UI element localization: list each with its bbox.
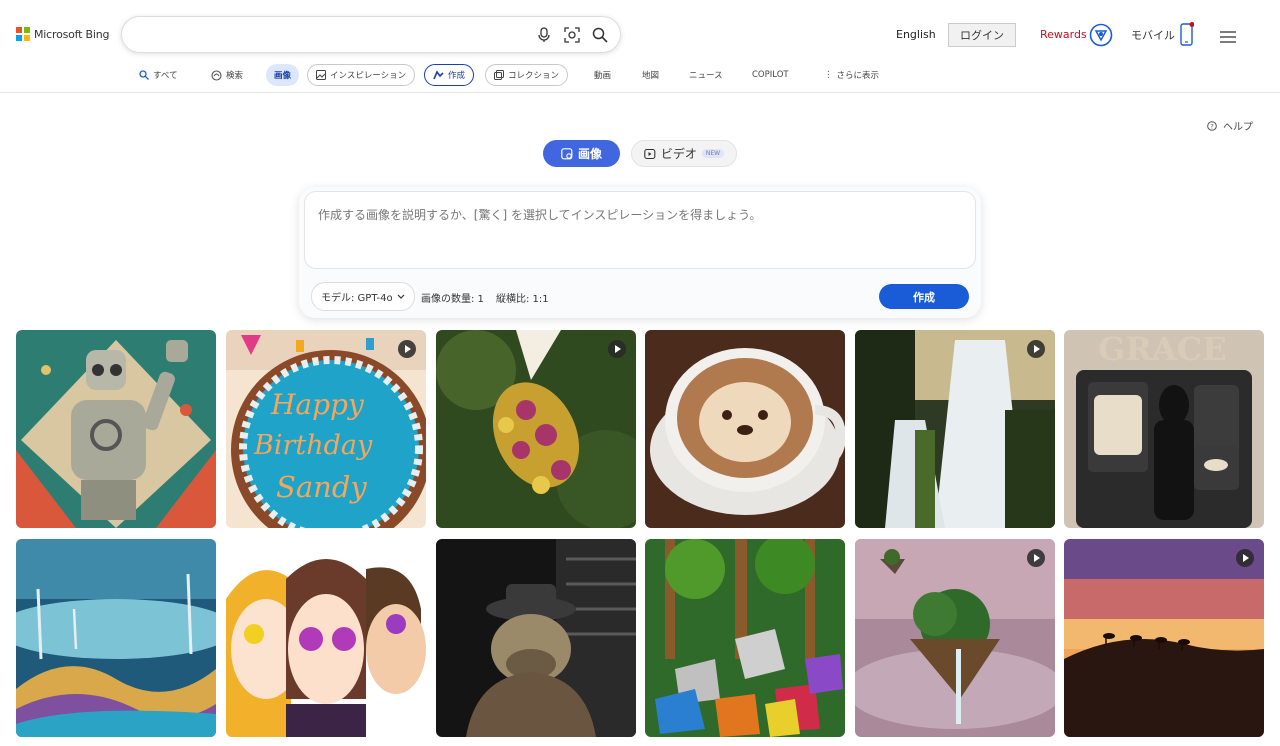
aspect-ratio-selector[interactable]: 縦横比: 1:1 — [496, 290, 549, 305]
language-link[interactable]: English — [896, 28, 936, 41]
microsoft-logo-icon — [16, 27, 30, 41]
nav-create-label: 作成 — [448, 71, 466, 81]
visual-search-icon[interactable] — [563, 26, 581, 44]
play-icon[interactable] — [398, 340, 416, 358]
nav-search[interactable]: 検索 — [211, 64, 243, 86]
nav-videos[interactable]: 動画 — [594, 64, 611, 86]
hamburger-menu-icon[interactable] — [1220, 28, 1236, 43]
play-icon[interactable] — [1027, 340, 1045, 358]
video-icon — [644, 148, 656, 159]
model-selector[interactable]: モデル: GPT-4o — [311, 282, 415, 311]
nav-search-label: 検索 — [226, 71, 244, 81]
bing-logo[interactable]: Microsoft Bing — [16, 27, 110, 41]
nav-more-label: さらに表示 — [836, 71, 880, 81]
gallery-image-floating-island[interactable] — [855, 539, 1055, 737]
search-icon[interactable] — [591, 26, 609, 44]
svg-text:?: ? — [1210, 122, 1213, 130]
nav-collection[interactable]: コレクション — [485, 64, 569, 86]
gallery-image-waterfall[interactable] — [855, 330, 1055, 528]
create-button[interactable]: 作成 — [879, 284, 969, 309]
search-input[interactable] — [140, 25, 530, 45]
nav-copilot[interactable]: COPILOT — [752, 64, 789, 86]
prompt-area[interactable] — [304, 191, 976, 269]
nav-all-label: すべて — [153, 71, 178, 81]
gallery-image-latte-otter[interactable] — [645, 330, 845, 528]
nav-more[interactable]: ⋮ さらに表示 — [824, 64, 879, 86]
help-icon: ? — [1207, 120, 1217, 131]
nav-inspiration[interactable]: インスピレーション — [307, 64, 416, 86]
gallery-image-detective-dog[interactable] — [436, 539, 636, 737]
gallery-image-desert-palms[interactable] — [16, 539, 216, 737]
prompt-input[interactable] — [318, 206, 958, 256]
nav-inspiration-label: インスピレーション — [330, 71, 407, 81]
microphone-icon[interactable] — [535, 26, 553, 44]
header: Microsoft Bing English ログイン Rewards モバイル… — [0, 0, 1280, 93]
tab-video-label: ビデオ — [660, 147, 697, 161]
cake-text-birthday: Birthday — [254, 430, 373, 461]
help-label: ヘルプ — [1223, 122, 1253, 133]
gallery-image-anime-trio[interactable] — [226, 539, 426, 737]
image-search-icon — [561, 147, 573, 159]
copilot-icon — [211, 69, 222, 81]
login-button[interactable]: ログイン — [948, 23, 1016, 47]
rewards-link[interactable]: Rewards — [1040, 28, 1087, 41]
search-box[interactable] — [121, 16, 621, 53]
nav-collection-label: コレクション — [508, 71, 560, 81]
nav-all[interactable]: すべて — [139, 64, 178, 86]
prompt-card: モデル: GPT-4o 画像の数量: 1 縦横比: 1:1 作成 — [299, 187, 981, 318]
gallery-image-robot[interactable] — [16, 330, 216, 528]
chevron-down-icon — [397, 294, 405, 299]
play-icon[interactable] — [608, 340, 626, 358]
gallery-image-grace-dog[interactable]: GRACE — [1064, 330, 1264, 528]
tab-video[interactable]: ビデオ NEW — [631, 140, 737, 167]
phone-icon[interactable] — [1180, 22, 1195, 46]
create-icon — [433, 70, 444, 80]
model-label: モデル: GPT-4o — [321, 293, 393, 304]
image-icon — [316, 70, 326, 80]
more-vertical-icon: ⋮ — [824, 70, 833, 80]
play-icon[interactable] — [1236, 549, 1254, 567]
search-icon — [139, 70, 149, 80]
cake-text-sandy: Sandy — [276, 470, 367, 504]
tab-image[interactable]: 画像 — [543, 140, 620, 167]
grace-text: GRACE — [1098, 330, 1227, 368]
collection-icon — [494, 70, 504, 80]
help-link[interactable]: ? ヘルプ — [1207, 118, 1253, 133]
nav-maps[interactable]: 地図 — [642, 64, 659, 86]
gallery-image-birthday-cake[interactable]: Happy Birthday Sandy — [226, 330, 426, 528]
gallery-image-origami-jungle[interactable] — [645, 539, 845, 737]
nav-images[interactable]: 画像 — [266, 64, 300, 86]
gallery-image-flower-bee[interactable] — [436, 330, 636, 528]
play-icon[interactable] — [1027, 549, 1045, 567]
tab-image-label: 画像 — [577, 147, 602, 161]
new-badge: NEW — [701, 149, 725, 158]
gallery-image-desert-camels[interactable] — [1064, 539, 1264, 737]
mobile-link[interactable]: モバイル — [1131, 27, 1175, 43]
rewards-icon[interactable] — [1089, 23, 1113, 47]
nav-news[interactable]: ニュース — [689, 64, 723, 86]
nav-bar: すべて 検索 画像 インスピレーション 作成 コレクション 動画 地図 ニュース… — [0, 64, 1280, 86]
nav-create[interactable]: 作成 — [424, 64, 475, 86]
cake-text-happy: Happy — [271, 388, 364, 421]
logo-text: Microsoft Bing — [34, 27, 110, 41]
image-count-selector[interactable]: 画像の数量: 1 — [421, 290, 484, 305]
